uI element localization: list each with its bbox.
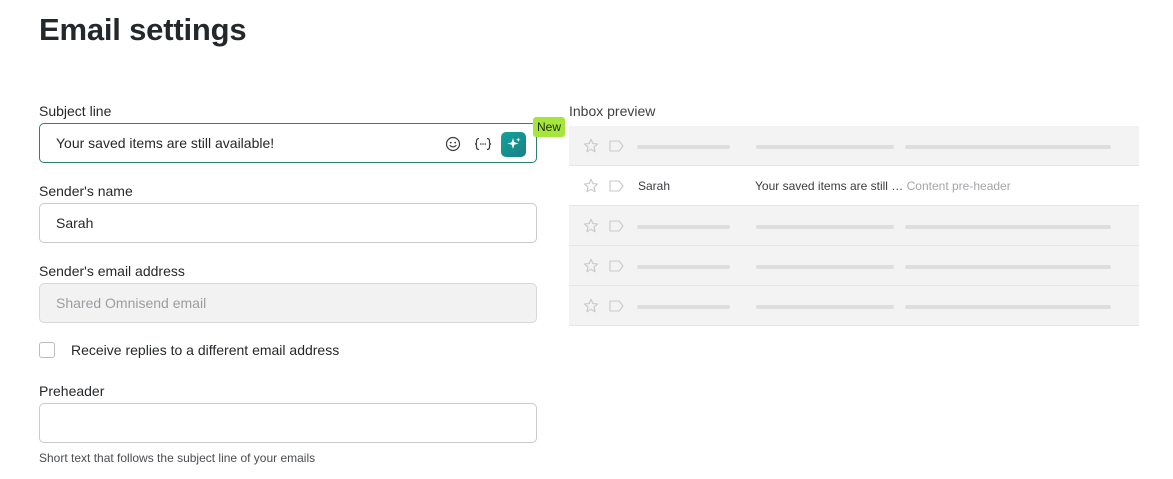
sender-name-input[interactable]: Sarah [39,203,537,243]
placeholder-bar [756,225,894,229]
reply-to-option[interactable]: Receive replies to a different email add… [39,342,339,358]
placeholder-bar [756,305,894,309]
star-icon [583,258,599,273]
subject-line-value: Your saved items are still available! [56,135,275,151]
personalization-tag-icon[interactable] [470,131,496,157]
label-tag-icon [609,220,624,232]
label-tag-icon [609,180,624,192]
sender-name-value: Sarah [56,215,94,231]
placeholder-bar [637,145,730,149]
sender-email-placeholder: Shared Omnisend email [56,295,207,311]
sender-email-input: Shared Omnisend email [39,283,537,323]
placeholder-bar [637,265,730,269]
page-title: Email settings [39,12,247,47]
preview-sender: Sarah [638,179,671,193]
subject-line-label: Subject line [39,103,112,119]
preheader-input[interactable] [39,403,537,443]
ai-sparkle-icon[interactable] [501,131,526,157]
star-icon [583,178,599,193]
placeholder-bar [905,305,1111,309]
placeholder-row [569,126,1139,166]
preview-subject: Your saved items are still … [755,179,904,193]
placeholder-bar [637,305,730,309]
placeholder-bar [905,225,1111,229]
new-badge: New [533,117,566,137]
label-tag-icon [609,140,624,152]
placeholder-bar [756,265,894,269]
star-icon [583,218,599,233]
sender-name-label: Sender's name [39,183,133,199]
preheader-helper-text: Short text that follows the subject line… [39,451,316,465]
preheader-label: Preheader [39,383,105,399]
emoji-icon[interactable] [440,131,466,157]
placeholder-bar [756,145,894,149]
label-tag-icon [609,260,624,272]
placeholder-bar [637,225,730,229]
reply-to-label[interactable]: Receive replies to a different email add… [71,342,339,358]
preview-email-row: Sarah Your saved items are still … Conte… [569,166,1139,206]
reply-to-checkbox[interactable] [39,342,55,358]
placeholder-row [569,286,1139,326]
label-tag-icon [609,300,624,312]
placeholder-bar [905,265,1111,269]
subject-line-input[interactable]: Your saved items are still available! [39,123,537,163]
placeholder-row [569,246,1139,286]
placeholder-row [569,206,1139,246]
inbox-preview-label: Inbox preview [569,103,656,119]
preview-preheader: Content pre-header [906,179,1011,193]
star-icon [583,138,599,153]
placeholder-bar [905,145,1111,149]
inbox-preview: Sarah Your saved items are still … Conte… [569,126,1139,326]
preview-subject-line: Your saved items are still … Content pre… [755,179,1011,193]
sender-email-label: Sender's email address [39,263,185,279]
star-icon [583,298,599,313]
